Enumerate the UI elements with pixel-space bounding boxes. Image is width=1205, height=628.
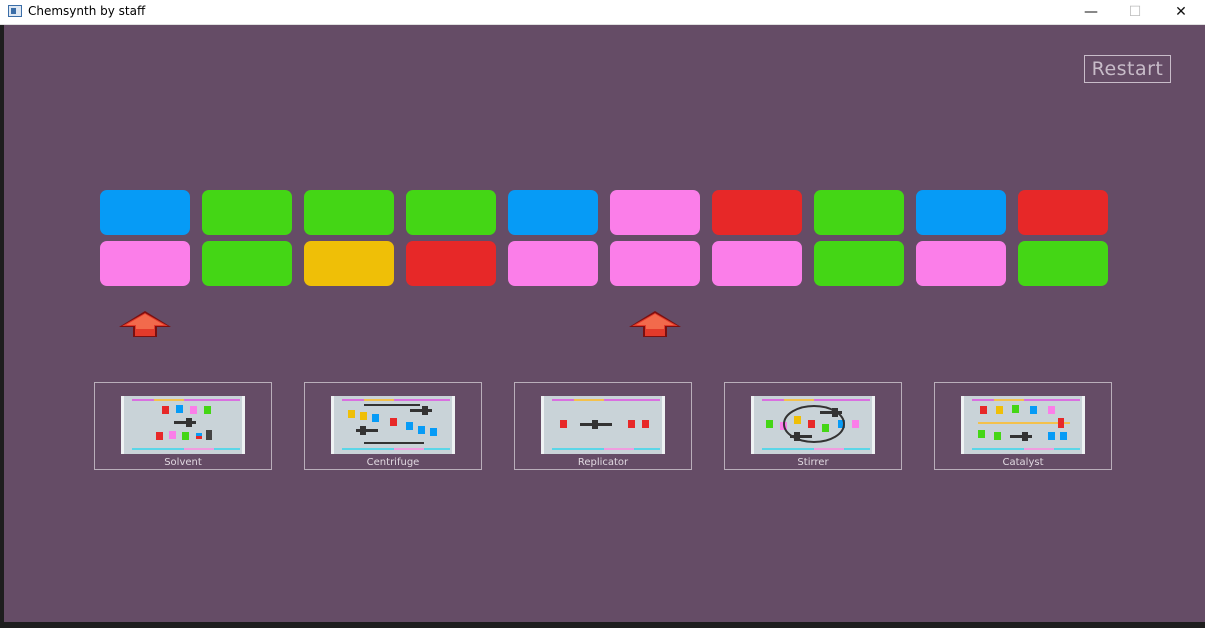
machine-label: Catalyst [1002, 457, 1044, 468]
restart-button[interactable]: Restart [1084, 55, 1171, 83]
machine-label: Replicator [577, 457, 629, 468]
solvent-schematic-icon [121, 396, 245, 454]
top-row-tile[interactable] [610, 190, 700, 235]
bottom-edge [0, 622, 1205, 628]
bottom-row-tile[interactable] [202, 241, 292, 286]
bottom-row-tile[interactable] [304, 241, 394, 286]
bottom-row-tile[interactable] [100, 241, 190, 286]
red-up-arrow-icon[interactable] [118, 310, 172, 338]
top-row-tile[interactable] [916, 190, 1006, 235]
top-row-tile[interactable] [100, 190, 190, 235]
top-row [100, 190, 1110, 236]
top-row-tile[interactable] [406, 190, 496, 235]
machine-solvent[interactable]: Solvent [94, 382, 272, 470]
bottom-row-tile[interactable] [814, 241, 904, 286]
game-area: Restart Solvent Centrifuge Replicator Stirr… [4, 25, 1205, 622]
maximize-button[interactable]: ☐ [1112, 0, 1158, 24]
top-row-tile[interactable] [712, 190, 802, 235]
bottom-row-tile[interactable] [508, 241, 598, 286]
machine-replicator[interactable]: Replicator [514, 382, 692, 470]
machine-centrifuge[interactable]: Centrifuge [304, 382, 482, 470]
top-row-tile[interactable] [304, 190, 394, 235]
title-bar: Chemsynth by staff — ☐ ✕ [0, 0, 1205, 25]
machine-label: Stirrer [797, 457, 829, 468]
machine-stirrer[interactable]: Stirrer [724, 382, 902, 470]
machine-catalyst[interactable]: Catalyst [934, 382, 1112, 470]
catalyst-schematic-icon [961, 396, 1085, 454]
bottom-row-tile[interactable] [712, 241, 802, 286]
top-row-tile[interactable] [1018, 190, 1108, 235]
top-row-tile[interactable] [202, 190, 292, 235]
stirrer-schematic-icon [751, 396, 875, 454]
minimize-button[interactable]: — [1068, 0, 1114, 24]
centrifuge-schematic-icon [331, 396, 455, 454]
machine-label: Centrifuge [366, 457, 420, 468]
app-icon [8, 5, 22, 17]
bottom-row-tile[interactable] [610, 241, 700, 286]
red-up-arrow-icon[interactable] [628, 310, 682, 338]
top-row-tile[interactable] [508, 190, 598, 235]
bottom-row-tile[interactable] [406, 241, 496, 286]
replicator-schematic-icon [541, 396, 665, 454]
top-row-tile[interactable] [814, 190, 904, 235]
close-button[interactable]: ✕ [1158, 0, 1204, 24]
window-title: Chemsynth by staff [28, 4, 146, 18]
bottom-row-tile[interactable] [916, 241, 1006, 286]
bottom-row [100, 241, 1110, 287]
machine-label: Solvent [164, 457, 202, 468]
bottom-row-tile[interactable] [1018, 241, 1108, 286]
